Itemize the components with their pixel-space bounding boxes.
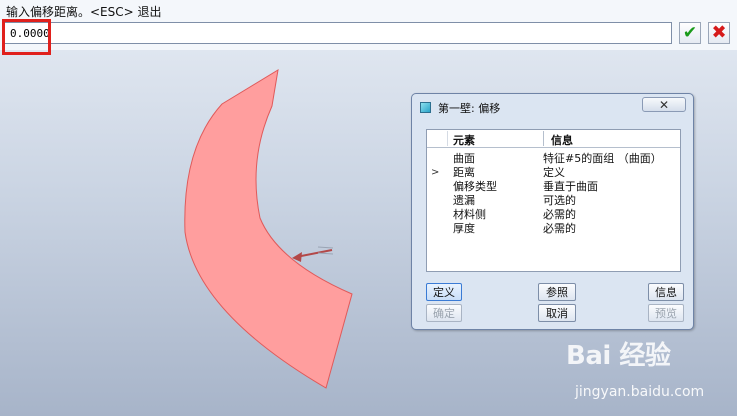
row-marker: > (431, 167, 440, 178)
offset-feature-dialog: 第一壁: 偏移 ✕ 元素 信息 曲面 特征#5的面组 （曲面） > 距离 定义 … (411, 93, 694, 330)
preview-button[interactable]: 预览 (648, 304, 684, 322)
baidu-watermark-logo: Bai 经验 (566, 341, 671, 371)
offset-surface[interactable] (184, 69, 353, 389)
table-row[interactable]: 厚度 必需的 (427, 222, 680, 236)
column-header-info: 信息 (551, 134, 573, 147)
column-header-element: 元素 (453, 134, 475, 147)
table-row[interactable]: 偏移类型 垂直于曲面 (427, 180, 680, 194)
row-element: 厚度 (453, 222, 475, 235)
dialog-title: 第一壁: 偏移 (438, 102, 501, 115)
row-info: 定义 (543, 166, 565, 179)
row-info: 可选的 (543, 194, 576, 207)
baidu-watermark-url: jingyan.baidu.com (575, 384, 705, 400)
close-icon: ✕ (658, 97, 670, 112)
direction-arrow-icon[interactable] (292, 246, 334, 262)
row-info: 垂直于曲面 (543, 180, 598, 193)
row-info: 特征#5的面组 （曲面） (543, 152, 662, 165)
cancel-button[interactable]: 取消 (538, 304, 576, 322)
table-row[interactable]: 遗漏 可选的 (427, 194, 680, 208)
row-element: 遗漏 (453, 194, 475, 207)
feature-icon (420, 102, 431, 113)
table-row[interactable]: 材料侧 必需的 (427, 208, 680, 222)
define-button[interactable]: 定义 (426, 283, 462, 301)
row-element: 材料侧 (453, 208, 486, 221)
table-row[interactable]: 曲面 特征#5的面组 （曲面） (427, 152, 680, 166)
row-element: 偏移类型 (453, 180, 497, 193)
table-row[interactable]: > 距离 定义 (427, 166, 680, 180)
table-header: 元素 信息 (427, 130, 680, 148)
element-table: 元素 信息 曲面 特征#5的面组 （曲面） > 距离 定义 偏移类型 垂直于曲面… (426, 129, 681, 272)
row-element: 距离 (453, 166, 475, 179)
row-info: 必需的 (543, 208, 576, 221)
reference-button[interactable]: 参照 (538, 283, 576, 301)
row-element: 曲面 (453, 152, 475, 165)
row-info: 必需的 (543, 222, 576, 235)
close-button[interactable]: ✕ (642, 97, 686, 112)
info-button[interactable]: 信息 (648, 283, 684, 301)
confirm-button[interactable]: 确定 (426, 304, 462, 322)
